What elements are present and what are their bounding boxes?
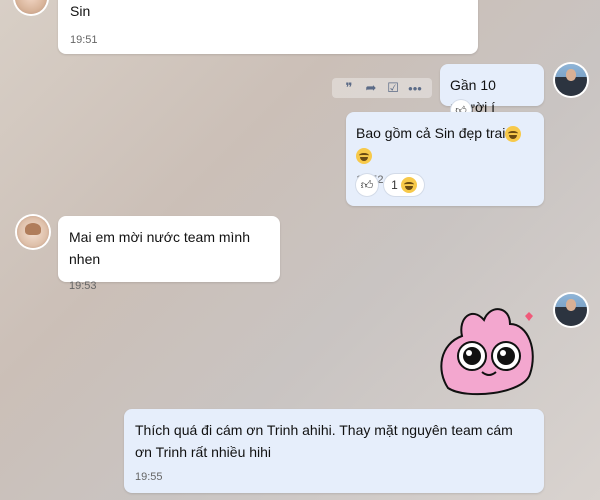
reaction-count-badge[interactable]: 1 <box>384 174 424 196</box>
laughing-emoji-icon <box>356 148 372 165</box>
sticker-image[interactable] <box>432 300 542 400</box>
message-time: 19:53 <box>69 280 97 292</box>
more-icon[interactable]: ••• <box>407 80 423 96</box>
message-bubble-outgoing[interactable]: Thích quá đi cám ơn Trinh ahihi. Thay mặ… <box>124 409 544 493</box>
laughing-emoji-icon <box>505 126 522 143</box>
message-time: 19:55 <box>135 471 163 483</box>
avatar-contact[interactable] <box>17 216 49 248</box>
message-bubble-outgoing[interactable]: Gần 10 người í <box>440 64 544 115</box>
avatar-self[interactable] <box>555 64 587 96</box>
todo-icon[interactable]: ☑ <box>385 80 401 96</box>
quote-icon[interactable]: ❞ <box>341 80 357 96</box>
message-time: 19:51 <box>70 34 98 46</box>
reaction-count: 1 <box>391 178 398 192</box>
thumbs-up-icon: 👍︎ <box>360 177 374 192</box>
message-text: Thích quá đi cám ơn Trinh ahihi. Thay mặ… <box>135 422 513 460</box>
message-bubble-incoming[interactable]: Mai em mời nước team mình nhen 19:53 <box>58 216 280 292</box>
message-bubble-outgoing[interactable]: Bao gồm cả Sin đẹp trai 19:52 <box>346 112 544 206</box>
message-action-toolbar: ❞ ➦ ☑ ••• <box>332 78 432 98</box>
message-time: 19:52 <box>356 174 534 186</box>
laughing-emoji-icon <box>400 177 417 193</box>
message-text: Sin <box>70 3 91 19</box>
avatar-top[interactable] <box>15 0 47 14</box>
message-text: Mai em mời nước team mình nhen <box>69 229 250 267</box>
avatar-self[interactable] <box>555 294 587 326</box>
like-reaction-button[interactable]: 👍︎ <box>356 174 378 196</box>
share-icon[interactable]: ➦ <box>363 80 379 96</box>
message-bubble-incoming[interactable]: Sin 19:51 <box>58 0 478 54</box>
message-text: Bao gồm cả Sin đẹp trai <box>356 122 534 166</box>
